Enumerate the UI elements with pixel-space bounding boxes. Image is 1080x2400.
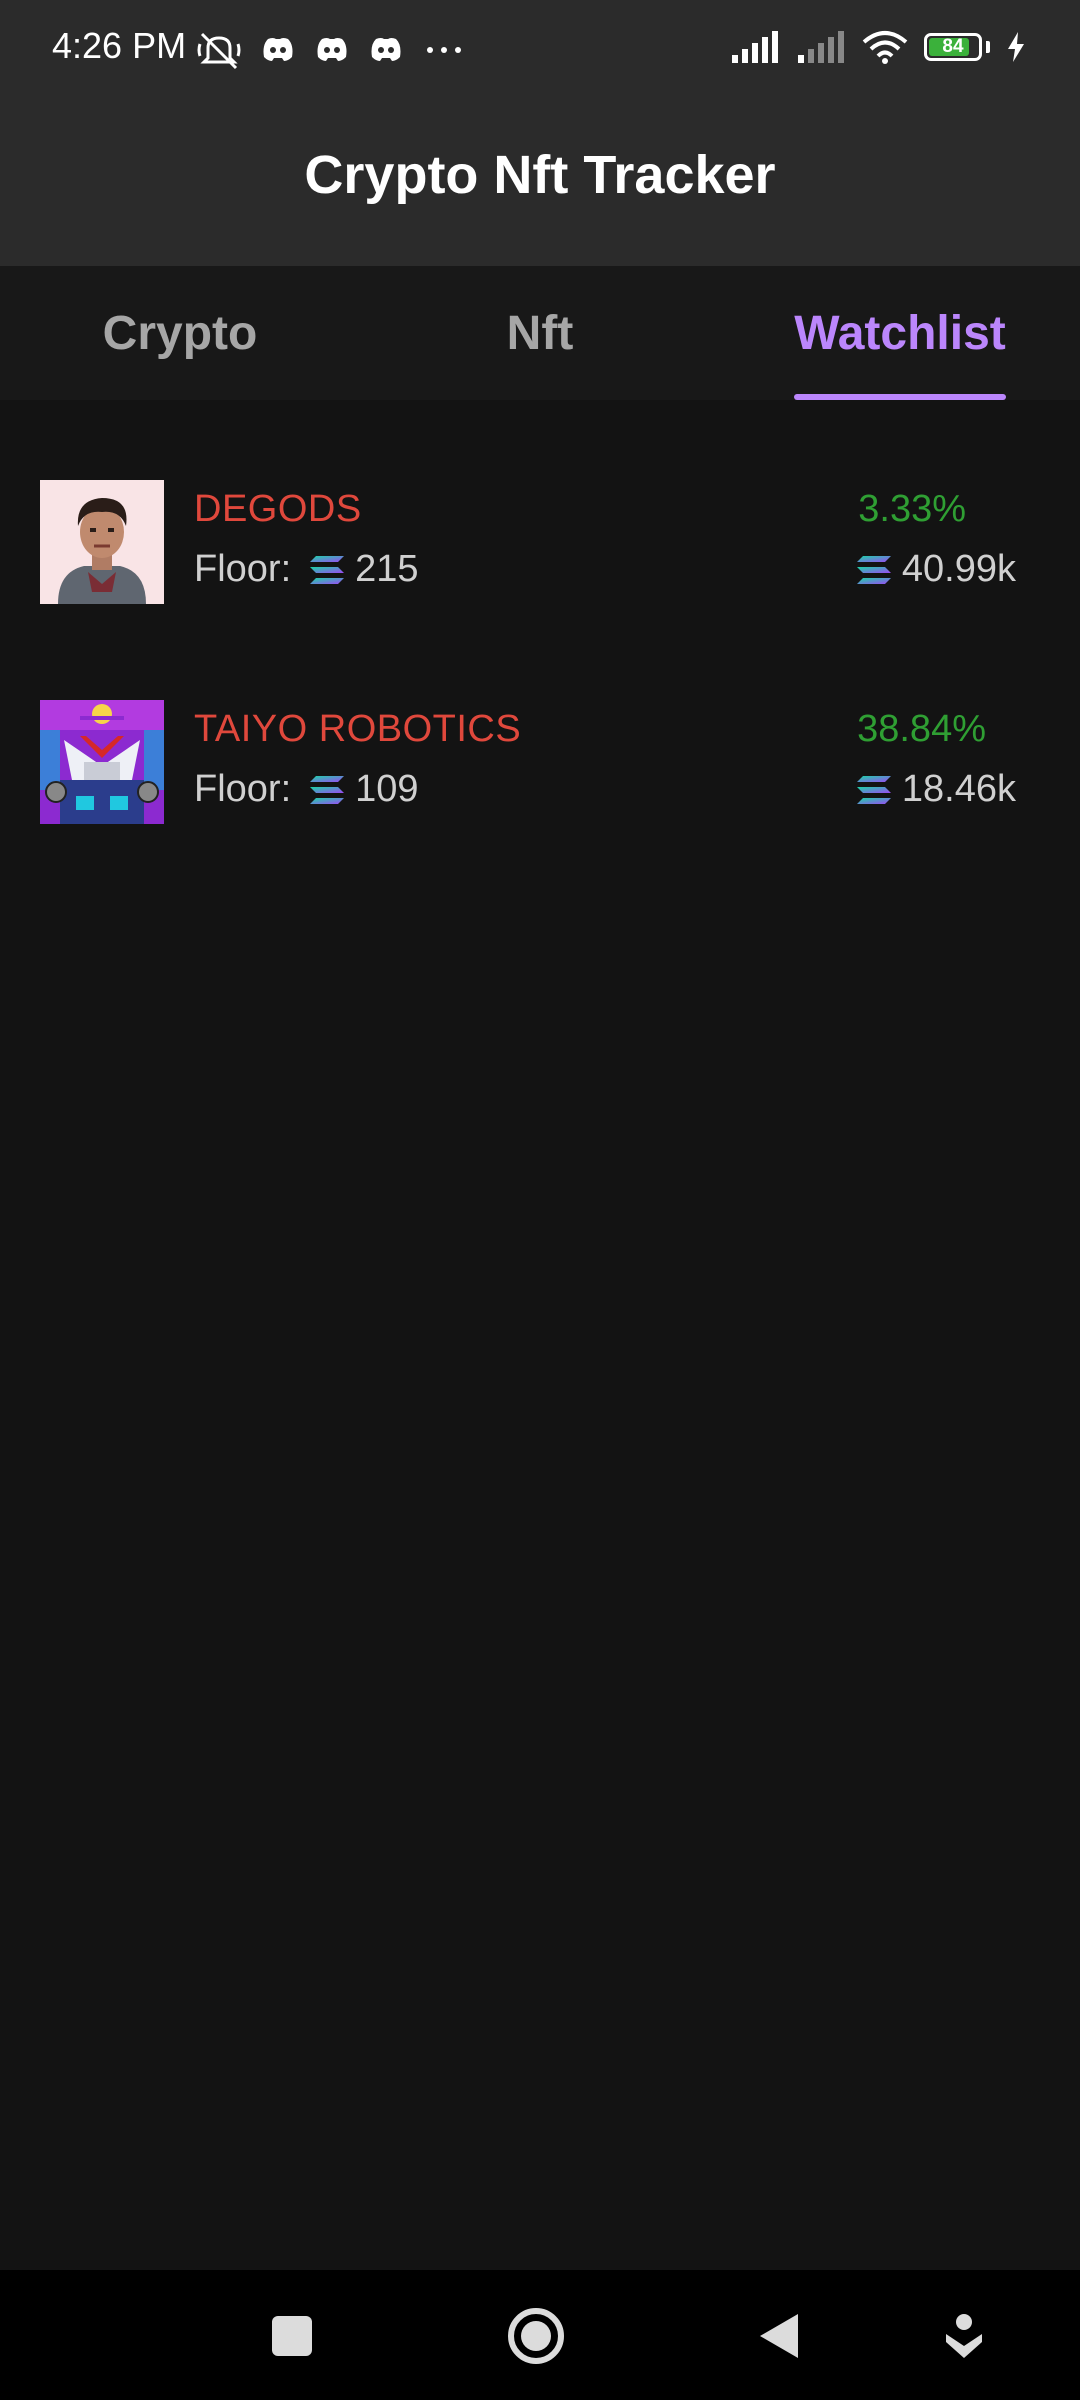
home-icon[interactable] bbox=[506, 2306, 566, 2366]
tab-label: Crypto bbox=[102, 307, 258, 360]
battery-tip bbox=[986, 41, 990, 53]
tab-active-indicator bbox=[794, 394, 1006, 400]
status-left-icons bbox=[196, 30, 466, 70]
charging-icon bbox=[1008, 32, 1024, 62]
more-dots-icon bbox=[427, 47, 461, 53]
assistant-icon[interactable] bbox=[944, 2312, 984, 2360]
tab-watchlist[interactable]: Watchlist bbox=[794, 266, 1006, 400]
status-bar: 4:26 PM 84 bbox=[0, 0, 1080, 80]
solana-icon bbox=[310, 555, 345, 584]
navigation-bar bbox=[0, 2270, 1080, 2400]
volume-value: 40.99k bbox=[901, 548, 1016, 590]
price-change: 3.33% bbox=[858, 488, 966, 530]
floor-price: Floor: 109 bbox=[194, 768, 419, 811]
taiyo-robot-avatar bbox=[40, 700, 164, 824]
floor-label: Floor: bbox=[194, 548, 292, 590]
list-item[interactable]: TAIYO ROBOTICS Floor: 109 38.84% 18.46k bbox=[0, 700, 1080, 830]
collection-name: DEGODS bbox=[194, 488, 362, 530]
floor-label: Floor: bbox=[194, 768, 292, 810]
recent-apps-icon[interactable] bbox=[270, 2314, 314, 2358]
tab-crypto[interactable]: Crypto bbox=[0, 266, 360, 400]
discord-icon bbox=[371, 38, 401, 61]
tab-nft[interactable]: Nft bbox=[360, 266, 720, 400]
floor-value: 109 bbox=[355, 768, 419, 810]
volume: 40.99k bbox=[856, 548, 1016, 591]
discord-icon bbox=[317, 38, 347, 61]
signal-icon bbox=[732, 31, 778, 63]
volume: 18.46k bbox=[856, 768, 1016, 811]
status-right-icons: 84 bbox=[730, 30, 1026, 64]
wifi-icon bbox=[862, 31, 908, 64]
degods-avatar bbox=[40, 480, 164, 604]
floor-value: 215 bbox=[355, 548, 419, 590]
solana-icon bbox=[856, 775, 891, 804]
signal-icon bbox=[798, 31, 844, 63]
battery-level-text: 84 bbox=[942, 36, 964, 57]
volume-value: 18.46k bbox=[901, 768, 1016, 810]
list-item[interactable]: DEGODS Floor: 215 3.33% 40.99k bbox=[0, 480, 1080, 610]
app-title: Crypto Nft Tracker bbox=[304, 145, 776, 205]
solana-icon bbox=[310, 775, 345, 804]
discord-icon bbox=[263, 38, 293, 61]
tab-bar: Crypto Nft Watchlist bbox=[0, 266, 1080, 400]
app-bar: Crypto Nft Tracker bbox=[0, 80, 1080, 266]
mute-icon bbox=[197, 32, 241, 70]
collection-name: TAIYO ROBOTICS bbox=[194, 708, 522, 750]
solana-icon bbox=[856, 555, 891, 584]
back-icon[interactable] bbox=[758, 2312, 800, 2360]
screen: 4:26 PM 84 Crypto Nft Tracker Crypto Nft… bbox=[0, 0, 1080, 2400]
tab-label: Nft bbox=[506, 307, 574, 360]
tab-label: Watchlist bbox=[794, 307, 1006, 360]
battery-icon: 84 bbox=[924, 33, 982, 61]
status-time: 4:26 PM bbox=[52, 25, 187, 66]
floor-price: Floor: 215 bbox=[194, 548, 419, 591]
price-change: 38.84% bbox=[857, 708, 986, 750]
